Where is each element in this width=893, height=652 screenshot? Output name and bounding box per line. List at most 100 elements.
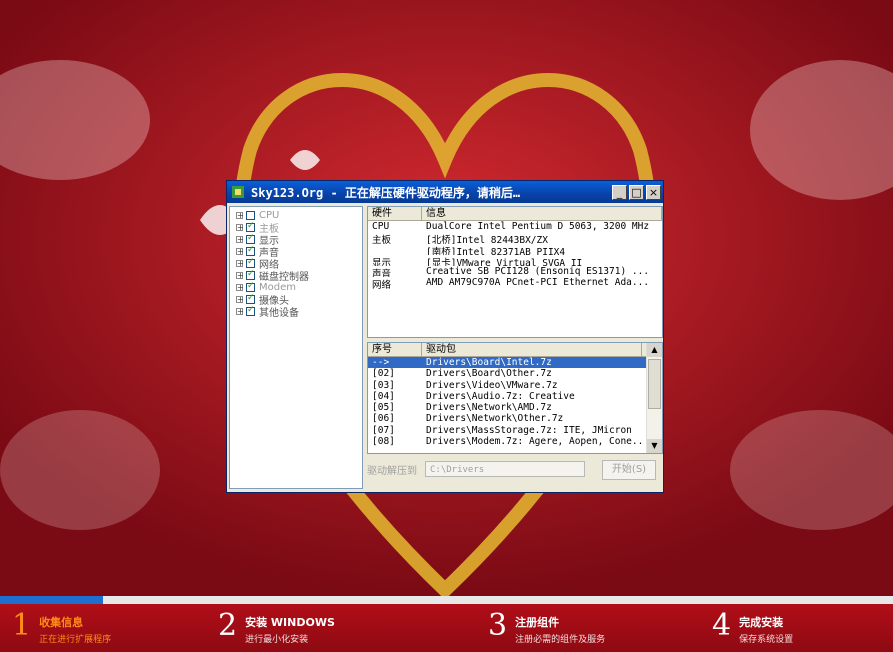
start-button[interactable]: 开始(S): [602, 460, 656, 480]
col-index[interactable]: 序号: [368, 343, 422, 356]
maximize-button[interactable]: □: [629, 184, 644, 200]
driver-row[interactable]: [06] Drivers\Network\Other.7z: [368, 413, 646, 424]
hardware-header: 硬件 信息: [368, 207, 662, 221]
driver-row[interactable]: [05] Drivers\Network\AMD.7z: [368, 402, 646, 413]
tree-item-label: 其他设备: [259, 307, 299, 319]
scroll-down-icon[interactable]: ▼: [647, 439, 662, 453]
expand-icon[interactable]: +: [236, 295, 244, 303]
col-hardware[interactable]: 硬件: [368, 207, 422, 220]
tree-checkbox[interactable]: [246, 281, 255, 292]
step-number: 2: [218, 608, 238, 643]
app-icon: [232, 186, 244, 198]
driver-row[interactable]: [02] Drivers\Board\Other.7z: [368, 368, 646, 379]
tree-checkbox[interactable]: [246, 210, 255, 220]
expand-icon[interactable]: +: [236, 307, 244, 315]
hardware-info-panel: 硬件 信息 CPU DualCore Intel Pentium D 5063, …: [367, 206, 663, 338]
install-step: 1 收集信息 正在进行扩展程序: [12, 610, 112, 646]
tree-item[interactable]: +显示: [230, 233, 362, 247]
step-title: 完成安装: [739, 616, 784, 629]
package-cell: Drivers\Board\Other.7z: [426, 368, 552, 380]
package-cell: Drivers\Board\Intel.7z: [426, 357, 552, 368]
index-cell: [02]: [372, 368, 395, 380]
step-title: 安装 WINDOWS: [245, 616, 335, 629]
tree-checkbox[interactable]: [246, 269, 255, 280]
expand-icon[interactable]: +: [236, 247, 244, 255]
col-package[interactable]: 驱动包: [422, 343, 642, 356]
driver-rows: --> Drivers\Board\Intel.7z [02] Drivers\Boa…: [368, 357, 646, 447]
hardware-cell: 声音: [372, 269, 392, 278]
tree-checkbox[interactable]: [246, 233, 255, 244]
tree-checkbox[interactable]: [246, 257, 255, 268]
driver-row[interactable]: [03] Drivers\Video\VMware.7z: [368, 380, 646, 391]
driver-row[interactable]: --> Drivers\Board\Intel.7z: [368, 357, 646, 369]
close-button[interactable]: ×: [646, 184, 661, 200]
expand-icon[interactable]: +: [236, 223, 244, 231]
step-subtitle: 保存系统设置: [739, 635, 794, 645]
package-cell: Drivers\MassStorage.7z: ITE, JMicron: [426, 424, 632, 436]
tree-item[interactable]: +主板: [230, 221, 362, 235]
hardware-tree[interactable]: +CPU+主板+显示+声音+网络+磁盘控制器+Modem+摄像头+其他设备: [229, 206, 363, 489]
extract-path-input[interactable]: C:\Drivers: [425, 461, 585, 477]
install-step: 3 注册组件 注册必需的组件及服务: [488, 608, 605, 646]
tree-item[interactable]: +声音: [230, 245, 362, 259]
package-cell: Drivers\Audio.7z: Creative: [426, 390, 575, 402]
driver-extract-window: Sky123.Org - 正在解压硬件驱动程序，请稍后… _ □ × + CPU +…: [226, 180, 664, 493]
install-step: 4 完成安装保存系统设置: [712, 608, 794, 646]
driver-scrollbar[interactable]: ▲ ▼: [646, 343, 662, 453]
info-cell: Creative SB PCI128 (Ensoniq ES1371) ...: [426, 266, 650, 278]
expand-icon[interactable]: +: [236, 283, 244, 291]
driver-row[interactable]: [04] Drivers\Audio.7z: Creative: [368, 391, 646, 402]
scroll-up-icon[interactable]: ▲: [647, 343, 662, 357]
extract-bar: 驱动解压到 C:\Drivers: [367, 461, 585, 477]
driver-row[interactable]: [07] Drivers\MassStorage.7z: ITE, JMicron: [368, 425, 646, 436]
tree-item[interactable]: + 其他设备: [230, 305, 362, 319]
scroll-thumb[interactable]: [648, 359, 661, 409]
step-number: 4: [712, 608, 732, 643]
index-cell: [05]: [372, 402, 395, 414]
tree-item[interactable]: + CPU: [230, 209, 362, 221]
info-cell: [显卡]VMware Virtual SVGA II: [426, 257, 583, 267]
package-cell: Drivers\Modem.7z: Agere, Aopen, Cone...: [426, 436, 644, 448]
hardware-rows: CPU DualCore Intel Pentium D 5063, 3200 M…: [368, 221, 662, 289]
index-cell: [04]: [372, 390, 395, 402]
tree-item[interactable]: +Modem: [230, 281, 362, 293]
col-info[interactable]: 信息: [422, 207, 662, 220]
index-cell: -->: [372, 357, 390, 368]
tree-checkbox[interactable]: [246, 305, 255, 316]
tree-checkbox[interactable]: [246, 221, 255, 232]
expand-icon[interactable]: +: [236, 211, 244, 219]
minimize-button[interactable]: _: [612, 184, 627, 200]
hardware-row[interactable]: CPU DualCore Intel Pentium D 5063, 3200 M…: [368, 221, 662, 232]
index-cell: [03]: [372, 379, 395, 391]
driver-header: 序号 驱动包: [368, 343, 662, 357]
hardware-row[interactable]: [南桥]Intel 82371AB PIIX4: [368, 244, 662, 255]
index-cell: [08]: [372, 436, 395, 448]
package-cell: Drivers\Video\VMware.7z: [426, 379, 558, 391]
driver-list-panel[interactable]: 序号 驱动包 --> Drivers\Board\Intel.7z [02] Driv…: [367, 342, 663, 454]
expand-icon[interactable]: +: [236, 271, 244, 279]
tree-checkbox[interactable]: [246, 245, 255, 256]
window-title: Sky123.Org - 正在解压硬件驱动程序，请稍后…: [251, 185, 521, 200]
hardware-cell: CPU: [372, 221, 390, 232]
tree-checkbox[interactable]: [246, 293, 255, 304]
install-progress-fill: [0, 596, 103, 604]
info-cell: [南桥]Intel 82371AB PIIX4: [426, 246, 566, 255]
expand-icon[interactable]: +: [236, 235, 244, 243]
index-cell: [06]: [372, 413, 395, 425]
info-cell: DualCore Intel Pentium D 5063, 3200 MHz: [426, 221, 650, 232]
tree-item-label: 磁盘控制器: [259, 271, 309, 283]
install-steps: 1 收集信息 正在进行扩展程序 2 安装 WINDOWS 进行最小化安装 3 注册组件 注册必需…: [0, 604, 893, 652]
index-cell: [07]: [372, 424, 395, 436]
driver-row[interactable]: [08] Drivers\Modem.7z: Agere, Aopen, Cone…: [368, 436, 646, 447]
install-progress-bar: [0, 596, 893, 604]
expand-icon[interactable]: +: [236, 259, 244, 267]
hardware-row[interactable]: 声音 Creative SB PCI128 (Ensoniq ES1371) ..…: [368, 266, 662, 277]
window-titlebar[interactable]: Sky123.Org - 正在解压硬件驱动程序，请稍后… _ □ ×: [227, 181, 663, 203]
step-number: 3: [488, 608, 508, 643]
tree-item[interactable]: + 磁盘控制器: [230, 269, 362, 283]
hardware-row[interactable]: 主板 [北桥]Intel 82443BX/ZX: [368, 232, 662, 243]
step-subtitle: 正在进行扩展程序: [39, 635, 112, 645]
info-cell: AMD AM79C970A PCnet-PCI Ethernet Ada...: [426, 277, 650, 289]
hardware-row[interactable]: 网络 AMD AM79C970A PCnet-PCI Ethernet Ada..…: [368, 277, 662, 288]
hardware-row[interactable]: 显示 [显卡]VMware Virtual SVGA II: [368, 255, 662, 266]
